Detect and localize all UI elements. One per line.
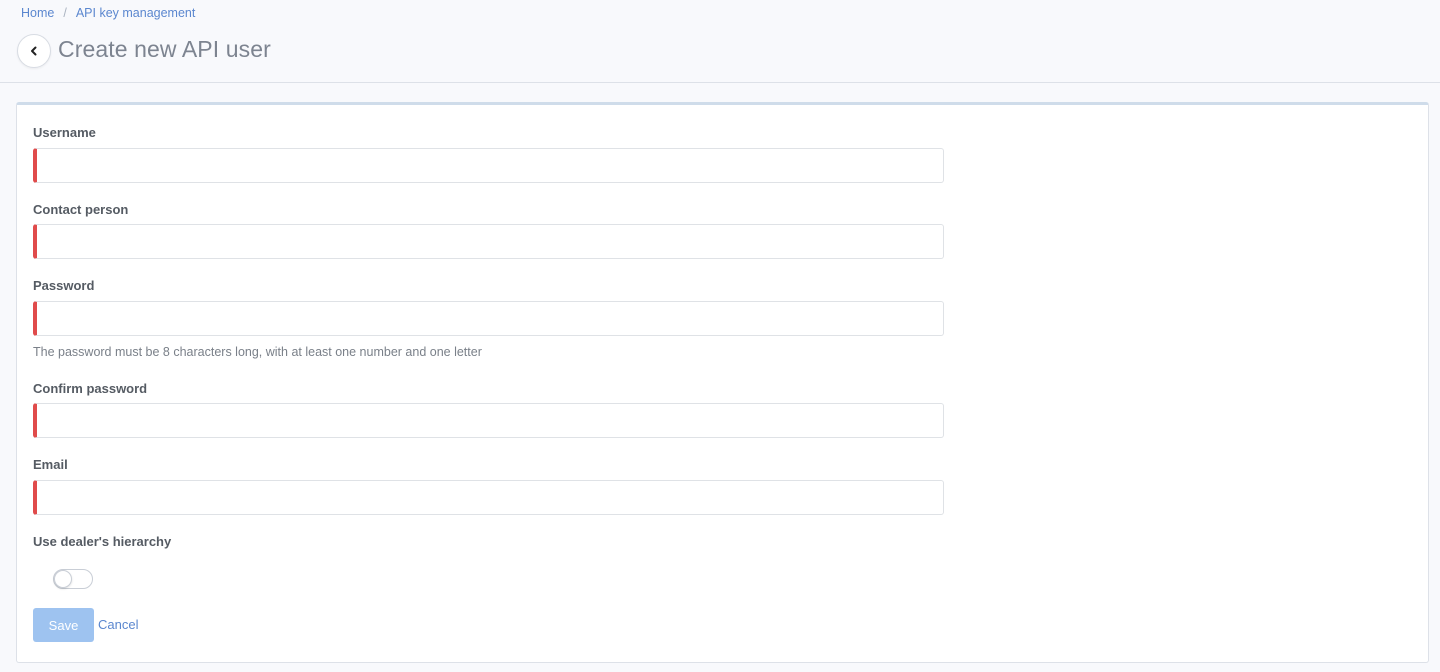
save-button[interactable]: Save bbox=[33, 608, 94, 642]
page-title: Create new API user bbox=[58, 36, 271, 62]
page-header: Home / API key management Create new API… bbox=[0, 0, 1440, 83]
breadcrumb-home-link[interactable]: Home bbox=[21, 6, 54, 20]
dealer-hierarchy-toggle[interactable] bbox=[53, 569, 93, 589]
username-input[interactable] bbox=[33, 148, 944, 183]
back-button[interactable] bbox=[17, 34, 51, 68]
email-label: Email bbox=[33, 457, 68, 472]
create-api-user-form: Username Contact person Password The pas… bbox=[16, 102, 1429, 663]
password-input[interactable] bbox=[33, 301, 944, 336]
breadcrumb: Home / API key management bbox=[21, 6, 195, 20]
cancel-link[interactable]: Cancel bbox=[98, 617, 138, 632]
email-input[interactable] bbox=[33, 480, 944, 515]
password-label: Password bbox=[33, 278, 95, 293]
confirm-password-label: Confirm password bbox=[33, 381, 148, 396]
breadcrumb-current-link[interactable]: API key management bbox=[76, 6, 196, 20]
username-label: Username bbox=[33, 125, 96, 140]
contact-person-label: Contact person bbox=[33, 202, 129, 217]
password-help-text: The password must be 8 characters long, … bbox=[33, 345, 482, 359]
contact-person-input[interactable] bbox=[33, 224, 944, 259]
confirm-password-input[interactable] bbox=[33, 403, 944, 438]
toggle-knob bbox=[54, 570, 72, 588]
chevron-left-icon bbox=[31, 46, 37, 56]
dealer-hierarchy-label: Use dealer's hierarchy bbox=[33, 534, 172, 549]
breadcrumb-separator: / bbox=[63, 6, 67, 20]
